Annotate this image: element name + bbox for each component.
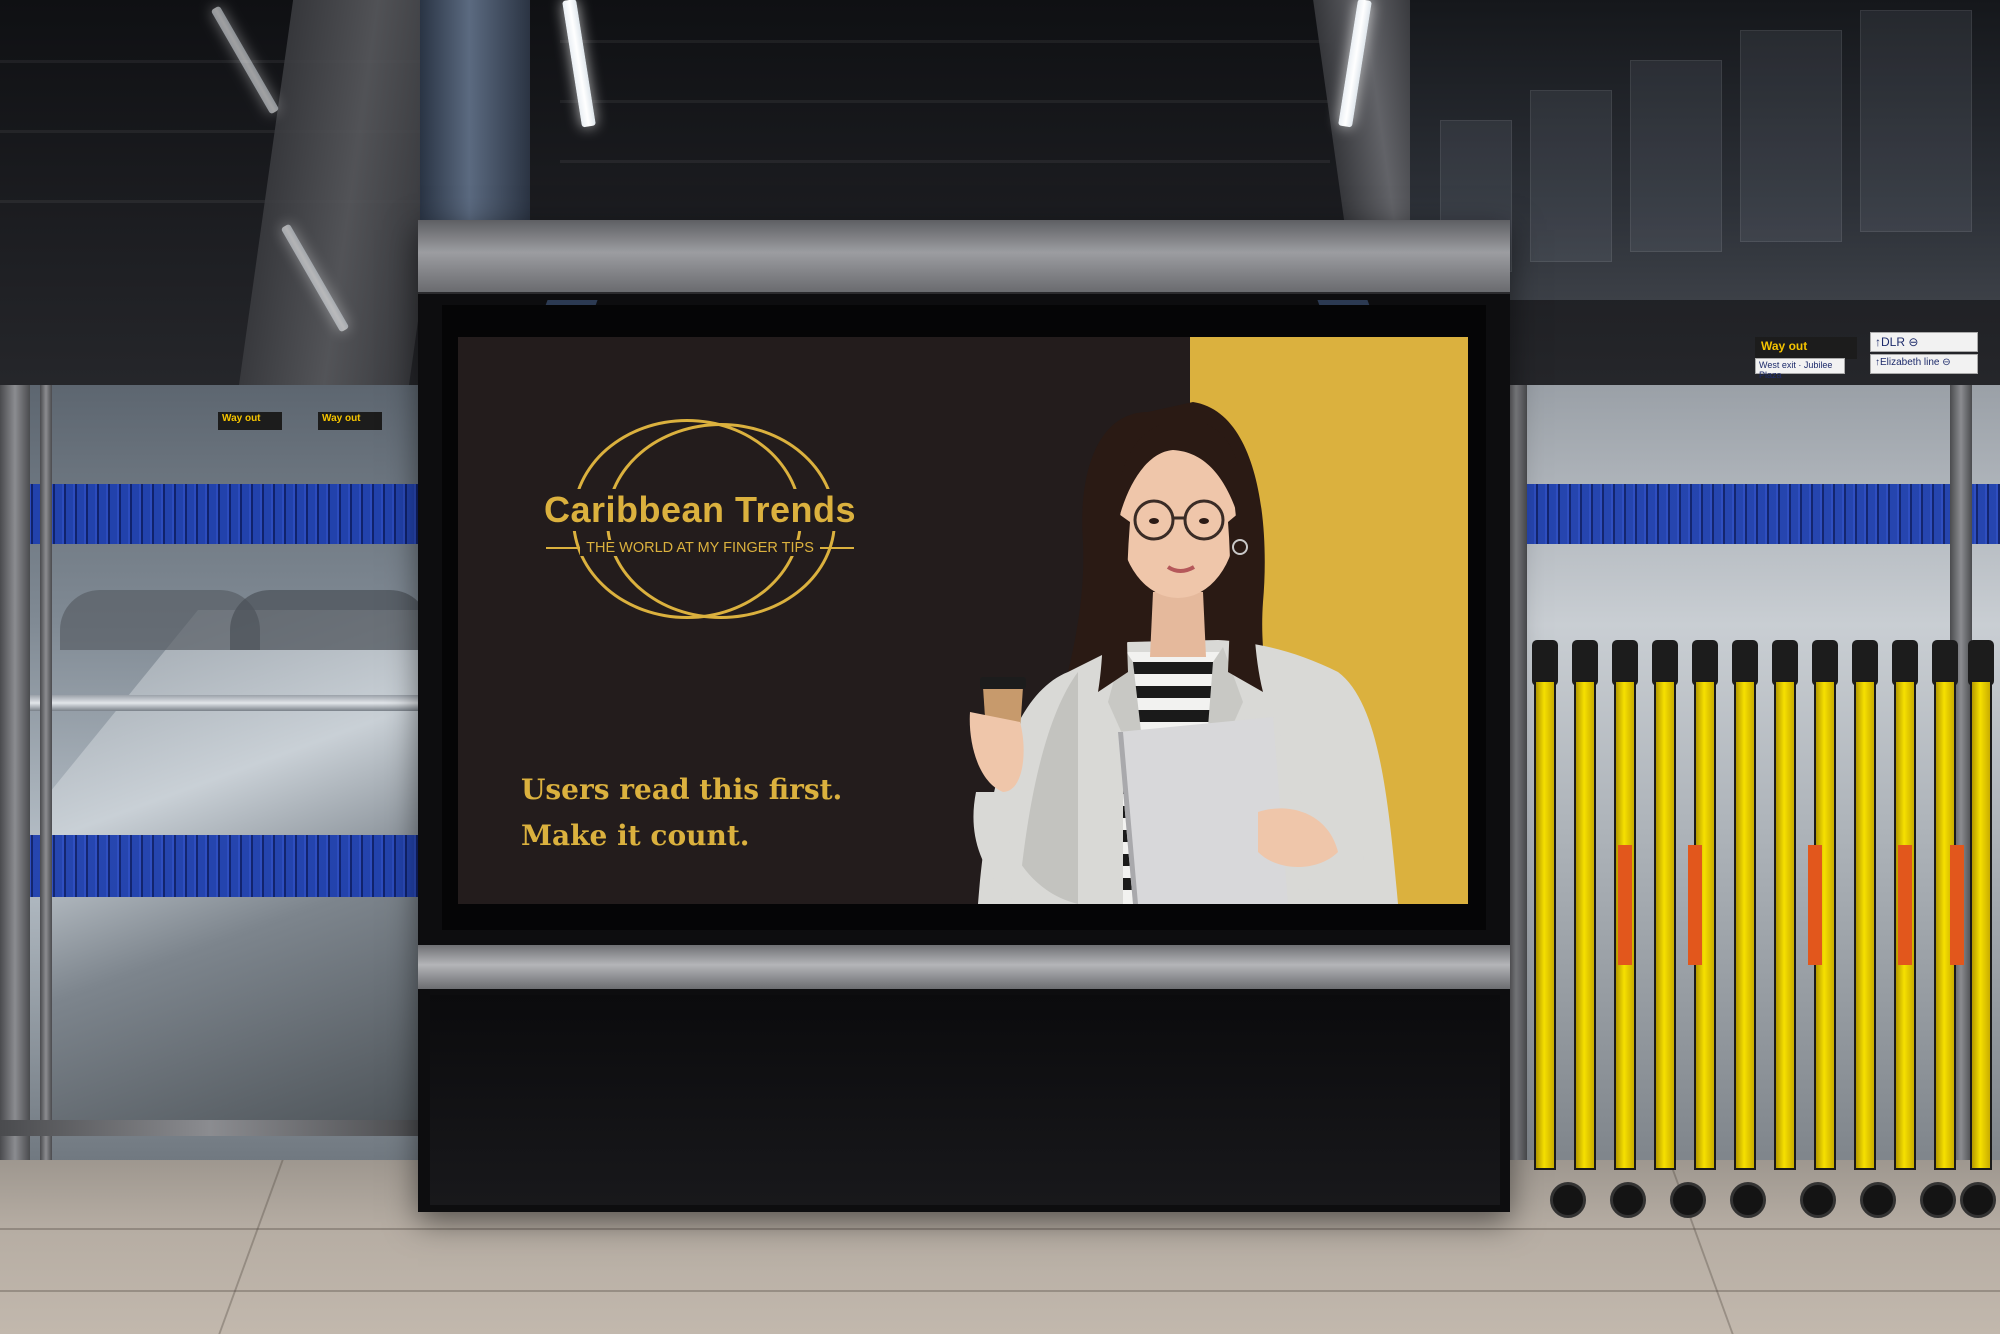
west-exit-label: West exit [1759,360,1796,370]
glass-frame-post [40,385,52,1185]
dlr-sign: ↑DLR ⊖ [1870,332,1978,352]
ceiling-slat [560,100,1330,103]
barrier-wheel [1610,1182,1646,1218]
barrier-leg [1970,680,1992,1170]
barrier-wheel [1960,1182,1996,1218]
mezzanine-window [1530,90,1612,262]
hand-rail [0,695,420,711]
woman-photo [969,402,1398,904]
ad-screen: Caribbean Trends THE WORLD AT MY FINGER … [458,337,1468,904]
ceiling-slat [560,40,1330,43]
barrier-wheel [1550,1182,1586,1218]
tagline-rule [546,547,581,549]
hand-left [969,712,1024,792]
laptop [1118,717,1288,904]
mezzanine-window [1740,30,1842,242]
barrier-reflector [1618,845,1632,965]
barrier-wheel [1800,1182,1836,1218]
way-out-sign-left: Way out [218,412,282,430]
elizabeth-line-sign: ↑Elizabeth line ⊖ [1870,354,1978,374]
brand-tagline-row: THE WORLD AT MY FINGER TIPS [520,537,880,559]
barrier-wheel [1920,1182,1956,1218]
barrier-leg [1734,680,1756,1170]
barrier-reflector [1808,845,1822,965]
blue-tile-band [1505,484,2000,544]
brand-logo: Caribbean Trends THE WORLD AT MY FINGER … [520,417,880,619]
roundel-icon: ⊖ [1942,357,1951,368]
barrier-leg [1574,680,1596,1170]
mezzanine-window [1860,10,1972,232]
tagline-rule [819,547,854,549]
billboard-base [430,995,1500,1205]
barrier-leg [1654,680,1676,1170]
brand-tagline: THE WORLD AT MY FINGER TIPS [580,540,820,556]
blue-tile-band [0,484,420,544]
barrier-leg [1534,680,1556,1170]
escalator-handrail [230,590,430,650]
folding-barriers [1510,640,2000,1250]
barrier-leg [1854,680,1876,1170]
barrier-leg [1774,680,1796,1170]
barrier-wheel [1670,1182,1706,1218]
west-exit-sign: West exit · Jubilee Plaza [1755,358,1845,380]
blue-tile-band [0,835,420,897]
barrier-wheel [1730,1182,1766,1218]
glass-frame-sill [0,1120,420,1136]
barrier-reflector [1898,845,1912,965]
billboard-top-frame [418,220,1510,294]
dlr-roundel-icon: ⊖ [1908,335,1919,349]
elizabeth-line-label: Elizabeth line [1880,357,1940,368]
mezzanine-window [1630,60,1722,252]
blue-pillar [420,0,530,240]
billboard-mid-band [418,945,1510,989]
barrier-reflector [1688,845,1702,965]
barrier-wheel [1860,1182,1896,1218]
ceiling-slat [560,160,1330,163]
brand-name: Caribbean Trends [520,489,880,531]
barrier-reflector [1950,845,1964,965]
way-out-sign-left: Way out [318,412,382,430]
way-out-sign-right: Way out [1755,337,1857,359]
glass-frame-post [0,385,30,1185]
floor-tile-line [0,1290,2000,1292]
dlr-label: DLR [1881,335,1906,349]
